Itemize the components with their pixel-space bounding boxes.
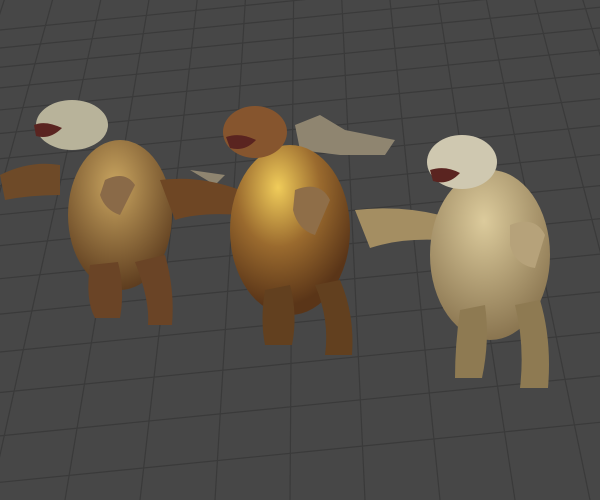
3d-viewport[interactable] [0, 0, 600, 500]
bear-leg [262, 285, 295, 345]
bear-leg [88, 262, 123, 318]
bear-leg [455, 305, 487, 378]
bear-head [223, 106, 287, 158]
